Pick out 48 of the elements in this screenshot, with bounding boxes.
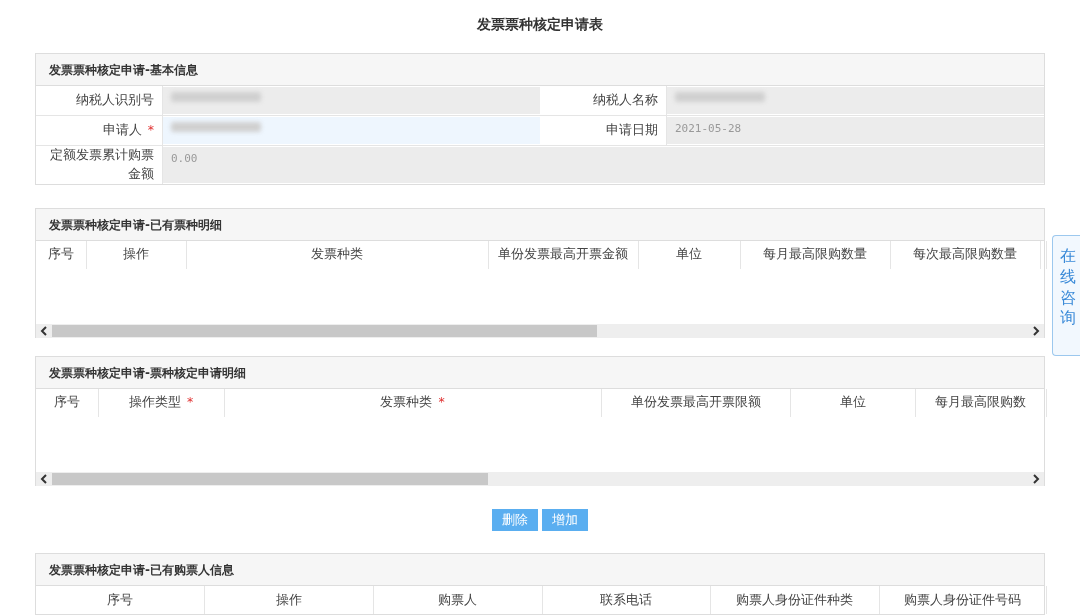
header-label: 操作: [123, 246, 149, 262]
consult-tab[interactable]: 在线咨询: [1052, 235, 1080, 356]
input-field[interactable]: 0.00: [163, 147, 1044, 183]
field-label: 申请日期: [606, 121, 658, 140]
header-label: 发票种类: [380, 394, 433, 410]
field-label: 纳税人识别号: [76, 91, 154, 110]
header-label: 单位: [839, 394, 866, 410]
input-field[interactable]: [163, 117, 540, 144]
scrollbar[interactable]: [36, 471, 1044, 486]
page-title: 发票票种核定申请表: [476, 15, 604, 34]
field-label: 定额发票累计购票金额: [49, 146, 154, 183]
header-label: 每月最高限购数量: [763, 246, 867, 262]
scrollbar-thumb[interactable]: [52, 324, 597, 337]
field-label: 申请人: [102, 121, 142, 140]
scrollbar-thumb[interactable]: [52, 472, 488, 485]
action-button[interactable]: 增加: [542, 508, 588, 532]
header-label: 单份发票最高开票金额: [498, 246, 628, 262]
input-field[interactable]: [667, 87, 1044, 114]
section-title: 发票票种核定申请-已有票种明细: [36, 208, 1044, 241]
required-mark: *: [147, 121, 154, 140]
section-title: 发票票种核定申请-已有购票人信息: [36, 554, 1044, 587]
header-label: 操作: [275, 591, 302, 607]
scroll-left-icon[interactable]: [40, 325, 48, 336]
required-mark: *: [186, 394, 194, 410]
header-label: 每月最高限购数: [935, 394, 1026, 410]
header-label: 购票人: [438, 591, 477, 607]
header-label: 单份发票最高开票限额: [630, 394, 761, 410]
input-field[interactable]: 2021-05-28: [667, 117, 1044, 144]
header-label: 单位: [676, 246, 702, 262]
action-button[interactable]: 删除: [492, 508, 538, 532]
scrollbar[interactable]: [36, 323, 1044, 338]
scroll-right-icon[interactable]: [1032, 325, 1040, 336]
section-title: 发票票种核定申请-票种核定申请明细: [36, 356, 1044, 389]
header-label: 发票种类: [311, 246, 363, 262]
header-label: 序号: [47, 246, 74, 262]
header-label: 序号: [106, 591, 133, 607]
header-label: 购票人身份证件种类: [736, 591, 853, 607]
header-label: 序号: [53, 394, 80, 410]
header-label: 操作类型: [128, 394, 181, 410]
field-label: 纳税人名称: [593, 91, 658, 110]
header-label: 联系电话: [600, 591, 652, 607]
scroll-right-icon[interactable]: [1032, 473, 1040, 484]
input-field[interactable]: [163, 87, 540, 114]
required-mark: *: [438, 394, 445, 410]
scroll-left-icon[interactable]: [40, 473, 48, 484]
section-title: 发票票种核定申请-基本信息: [36, 54, 1044, 86]
header-label: 购票人身份证件号码: [904, 591, 1021, 607]
header-label: 每次最高限购数量: [913, 246, 1017, 262]
